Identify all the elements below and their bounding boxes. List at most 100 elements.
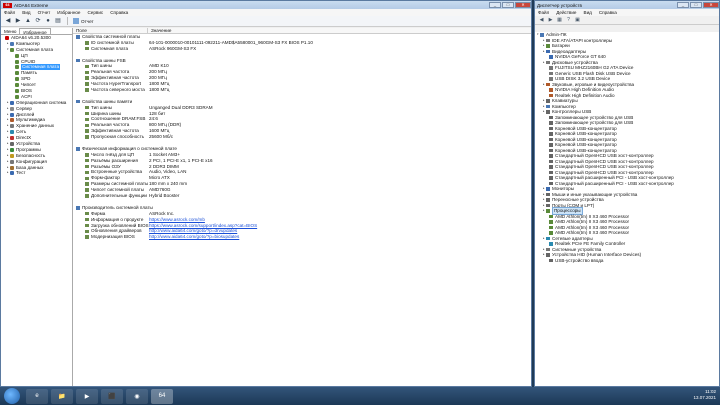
device-icon xyxy=(549,121,553,125)
property-field: Системная плата xyxy=(73,46,148,52)
toolbar-separator xyxy=(67,17,68,25)
system-tray-clock[interactable]: 11:02 13.07.2021 xyxy=(693,389,716,401)
tree-node-icon xyxy=(10,153,14,158)
property-field-label: Дополнительные функции xyxy=(91,193,147,199)
device-icon xyxy=(549,225,553,229)
device-icon xyxy=(549,242,553,246)
minimize-button[interactable]: _ xyxy=(489,2,501,8)
property-field-label: Модернизация BIOS xyxy=(91,234,135,240)
nav-tree: AIDA64 v6.20.5300 ▸ Компьютер ▾ Системная пл… xyxy=(1,35,72,176)
property-icon xyxy=(85,194,89,198)
navigation-panel: Меню Избранное AIDA64 v6.20.5300 ▸ Компьют… xyxy=(1,28,73,386)
property-link[interactable]: http://www.aida64.com/goto/?p=biosupdate… xyxy=(148,234,239,240)
menu-item[interactable]: Отчет xyxy=(38,10,51,15)
taskbar-app-button[interactable]: 64 xyxy=(151,388,173,404)
details-list: Свойства системной платы ID системной пла… xyxy=(73,34,531,240)
property-field-label: Частота северного моста xyxy=(91,87,145,93)
property-icon xyxy=(76,206,80,210)
device-label: USB-устройство ввода xyxy=(555,257,604,263)
help-icon[interactable]: ? xyxy=(565,17,572,23)
forward-icon[interactable]: ▶ xyxy=(547,17,554,23)
taskbar-app-button[interactable]: ▶ xyxy=(76,388,98,404)
tab-favorites[interactable]: Избранное xyxy=(19,28,51,35)
device-icon xyxy=(546,236,550,240)
back-icon[interactable]: ◀ xyxy=(4,17,12,25)
property-icon xyxy=(76,58,80,63)
taskbar-app-button[interactable]: ⬛ xyxy=(101,388,123,404)
tab-menu[interactable]: Меню xyxy=(1,28,19,34)
devmgr-title: Диспетчер устройств xyxy=(537,2,582,8)
tree-node-icon xyxy=(15,59,19,64)
device-icon xyxy=(546,104,550,108)
avito-watermark: Авито xyxy=(603,370,640,384)
property-icon xyxy=(85,111,89,116)
devmgr-titlebar: Диспетчер устройств _ □ ✕ xyxy=(535,1,719,9)
chart-icon[interactable]: ▤ xyxy=(54,17,62,25)
property-icon xyxy=(85,76,89,80)
maximize-button[interactable]: □ xyxy=(502,2,514,8)
taskbar-app-button[interactable]: ◉ xyxy=(126,388,148,404)
taskbar-app-button[interactable]: 📁 xyxy=(51,388,73,404)
up-icon[interactable]: ▲ xyxy=(24,17,32,25)
device-icon xyxy=(546,38,550,42)
back-icon[interactable]: ◀ xyxy=(538,17,545,23)
property-icon xyxy=(85,176,89,181)
property-icon xyxy=(85,123,89,128)
start-button[interactable] xyxy=(4,388,20,404)
property-icon xyxy=(85,182,89,186)
property-value: 25600 Мб/с xyxy=(149,134,174,140)
properties-icon[interactable]: ▦ xyxy=(556,17,563,23)
device-icon xyxy=(549,77,553,81)
tree-node-icon xyxy=(10,106,14,111)
property-icon xyxy=(85,170,89,175)
device-icon xyxy=(549,88,553,92)
menu-item[interactable]: Файл xyxy=(4,10,15,15)
menu-item[interactable]: Вид xyxy=(584,10,592,15)
column-value[interactable]: Значение xyxy=(148,28,171,33)
tree-node-icon xyxy=(10,165,14,170)
property-field-label: Системная плата xyxy=(91,45,129,51)
menu-item[interactable]: Справка xyxy=(110,10,128,15)
user-icon[interactable]: ● xyxy=(44,17,52,25)
property-icon xyxy=(85,135,89,139)
property-icon xyxy=(85,64,89,69)
property-row: Модернизация BIOS http://www.aida64.com/g… xyxy=(73,234,531,240)
aida64-logo-icon: 64 xyxy=(3,2,12,8)
tree-node-icon xyxy=(15,94,19,99)
close-button[interactable]: ✕ xyxy=(515,2,531,8)
device-item[interactable]: USB-устройство ввода xyxy=(537,258,719,264)
property-icon xyxy=(76,99,80,104)
tree-node-icon xyxy=(10,100,14,105)
device-icon xyxy=(546,49,550,53)
property-icon xyxy=(85,82,89,86)
column-field[interactable]: Поле xyxy=(73,28,148,33)
refresh-icon[interactable]: ⟳ xyxy=(34,17,42,25)
property-icon xyxy=(85,211,89,216)
device-icon xyxy=(549,214,553,218)
menu-item[interactable]: Избранное xyxy=(57,10,80,15)
menu-item[interactable]: Вид xyxy=(22,10,30,15)
devmgr-minimize-button[interactable]: _ xyxy=(677,2,689,8)
devmgr-maximize-button[interactable]: □ xyxy=(690,2,702,8)
scan-icon[interactable]: ▣ xyxy=(574,17,581,23)
menu-item[interactable]: Действие xyxy=(556,10,576,15)
property-field-label: Пропускная способность xyxy=(91,134,145,140)
device-icon xyxy=(549,176,553,180)
tree-item-label: Тест xyxy=(16,170,26,176)
nav-tabs: Меню Избранное xyxy=(1,28,72,35)
report-button[interactable]: Отчет xyxy=(73,18,94,24)
menu-item[interactable]: Файл xyxy=(538,10,549,15)
forward-icon[interactable]: ▶ xyxy=(14,17,22,25)
menu-item[interactable]: Сервис xyxy=(87,10,103,15)
tree-node-icon xyxy=(10,47,14,52)
property-value: Hybrid Booster xyxy=(149,193,180,199)
tree-item[interactable]: ▸ Тест xyxy=(1,170,72,176)
menubar: Файл Вид Отчет Избранное Сервис Справка xyxy=(1,9,531,16)
device-icon xyxy=(549,258,553,262)
device-icon xyxy=(549,220,553,224)
menu-item[interactable]: Справка xyxy=(599,10,617,15)
device-icon xyxy=(549,71,553,75)
taskbar-app-button[interactable]: e xyxy=(26,388,48,404)
aida64-window: 64 AIDA64 Extreme _ □ ✕ Файл Вид Отчет Избр… xyxy=(0,0,532,387)
devmgr-close-button[interactable]: ✕ xyxy=(703,2,719,8)
